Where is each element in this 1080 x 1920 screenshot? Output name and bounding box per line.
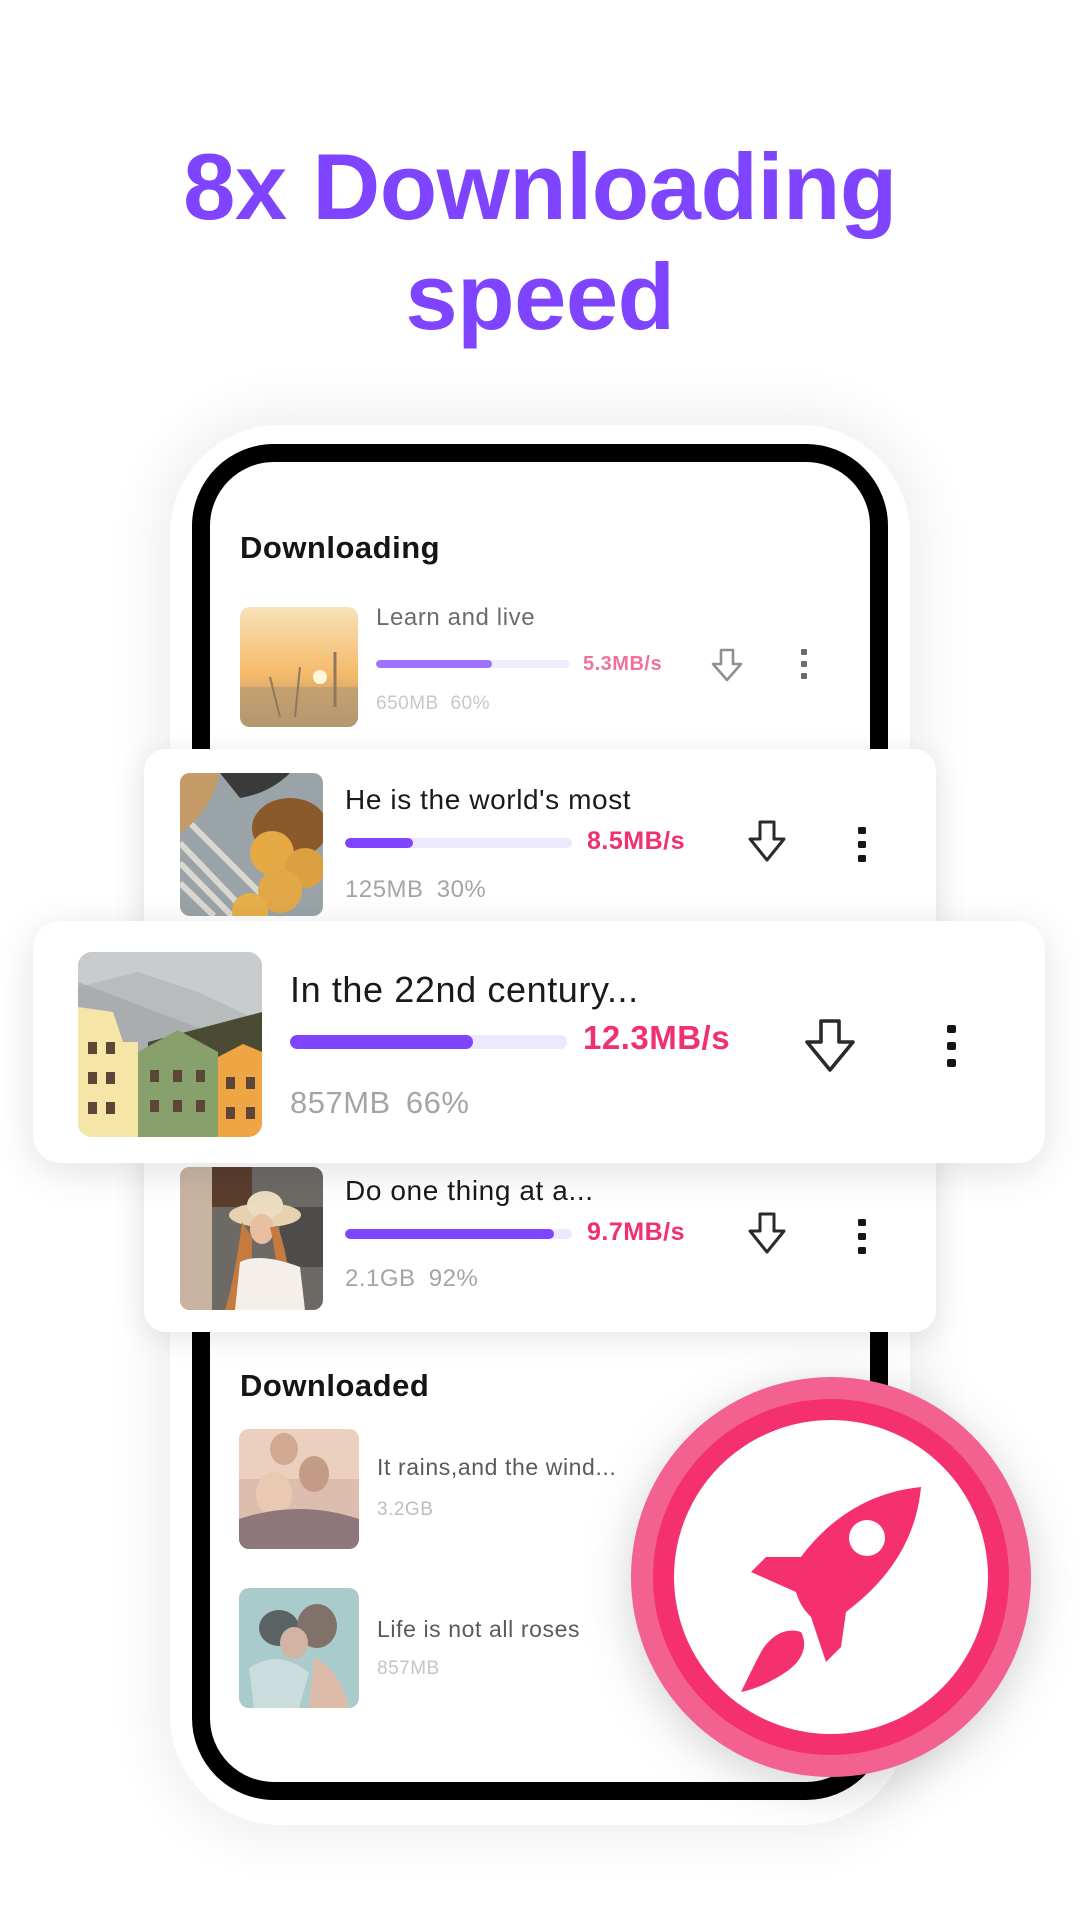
more-vertical-icon[interactable]	[943, 1023, 961, 1069]
download-speed: 9.7MB/s	[587, 1218, 685, 1246]
item-percent: 30%	[436, 876, 487, 903]
progress-fill	[376, 660, 493, 668]
item-title: Life is not all roses	[377, 1616, 581, 1642]
item-title: Learn and live	[376, 604, 536, 631]
thumbnail-colorful-houses	[78, 952, 262, 1137]
item-size: 125MB	[345, 876, 424, 903]
item-percent: 92%	[428, 1265, 479, 1292]
thumbnail-woman-in-hat	[180, 1167, 323, 1310]
download-arrow-icon[interactable]	[710, 647, 744, 683]
thumbnail-sunset-field	[240, 607, 358, 727]
item-size: 650MB	[376, 693, 439, 714]
download-arrow-icon[interactable]	[747, 819, 787, 863]
download-arrow-icon[interactable]	[747, 1211, 787, 1255]
progress-fill	[345, 838, 414, 848]
progress-fill	[345, 1229, 554, 1239]
item-size-progress: 2.1GB 92%	[345, 1265, 478, 1293]
download-item[interactable]: Do one thing at a... 9.7MB/s 2.1GB 92%	[144, 1145, 936, 1332]
rocket-speed-badge	[631, 1377, 1031, 1777]
download-arrow-icon[interactable]	[803, 1017, 857, 1073]
progress-bar	[345, 1229, 572, 1239]
item-size: 857MB	[290, 1085, 391, 1120]
headline-line-1: 8x Downloading	[183, 134, 897, 239]
item-percent: 60%	[450, 693, 491, 714]
item-size-progress: 650MB 60%	[376, 693, 490, 715]
downloaded-section-title: Downloaded	[240, 1368, 430, 1403]
download-speed: 12.3MB/s	[583, 1019, 731, 1056]
item-title: He is the world's most	[345, 784, 632, 815]
item-title: In the 22nd century...	[290, 969, 639, 1010]
item-percent: 66%	[405, 1085, 470, 1120]
more-vertical-icon[interactable]	[854, 1217, 870, 1257]
thumbnail-bread-basket	[180, 773, 323, 916]
item-size: 2.1GB	[345, 1265, 416, 1292]
download-item[interactable]: Learn and live 5.3MB/s 650MB 60%	[240, 604, 840, 727]
downloading-section-title: Downloading	[240, 530, 441, 565]
more-vertical-icon[interactable]	[796, 647, 812, 681]
download-speed: 5.3MB/s	[583, 653, 663, 675]
headline-line-2: speed	[405, 244, 675, 349]
progress-bar	[345, 838, 572, 848]
thumbnail-friends-sunset	[239, 1429, 359, 1549]
item-size-progress: 857MB 66%	[290, 1085, 469, 1121]
item-size-progress: 125MB 30%	[345, 876, 486, 904]
item-title: Do one thing at a...	[345, 1175, 594, 1206]
item-title: It rains,and the wind...	[377, 1454, 617, 1480]
download-speed: 8.5MB/s	[587, 827, 685, 855]
progress-bar	[376, 660, 570, 668]
progress-fill	[290, 1035, 473, 1049]
progress-bar	[290, 1035, 567, 1049]
item-size: 857MB	[377, 1658, 440, 1679]
more-vertical-icon[interactable]	[854, 825, 870, 865]
download-item-highlighted[interactable]: In the 22nd century... 12.3MB/s 857MB 66…	[33, 921, 1045, 1163]
download-item[interactable]: He is the world's most 8.5MB/s 125MB 30%	[144, 749, 936, 939]
thumbnail-underwater-kiss	[239, 1588, 359, 1708]
item-size: 3.2GB	[377, 1499, 434, 1520]
